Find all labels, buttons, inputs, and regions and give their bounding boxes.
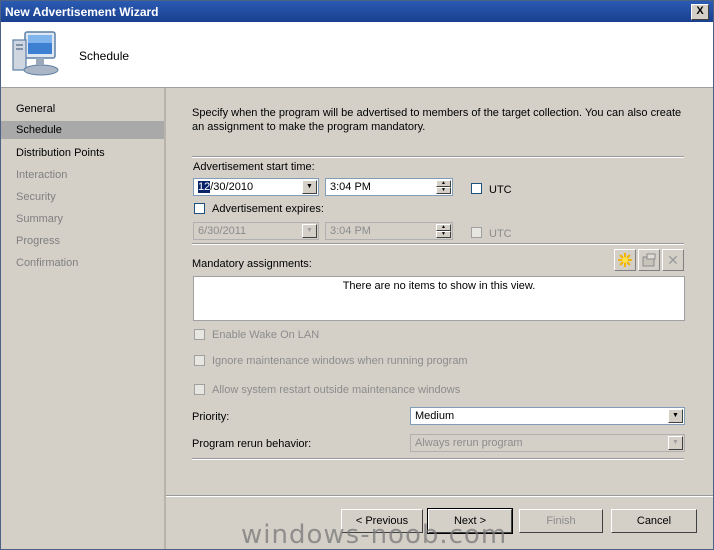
spin-down-icon: ▼ xyxy=(436,231,451,238)
wake-on-lan-label: Enable Wake On LAN xyxy=(212,329,320,341)
close-button[interactable]: X xyxy=(691,4,709,20)
expires-label: Advertisement expires: xyxy=(212,203,324,215)
rerun-value: Always rerun program xyxy=(415,437,523,449)
nav-item-summary: Summary xyxy=(16,213,64,225)
start-date-picker[interactable]: 12/30/2010 ▼ xyxy=(193,178,319,196)
page-description: Specify when the program will be adverti… xyxy=(192,107,682,133)
expire-date-value: 6/30/2011 xyxy=(198,225,247,237)
ignore-maintenance-checkbox xyxy=(194,355,205,366)
start-utc-label: UTC xyxy=(489,184,512,196)
expire-time-value: 3:04 PM xyxy=(330,225,371,237)
wizard-main: Specify when the program will be adverti… xyxy=(166,88,713,549)
chevron-down-icon: ▼ xyxy=(668,436,683,450)
wizard-header: Schedule xyxy=(1,22,713,88)
finish-button: Finish xyxy=(519,509,603,533)
start-time-picker[interactable]: 3:04 PM ▲ ▼ xyxy=(325,178,453,196)
wizard-window: New Advertisement Wizard X Schedule Gene… xyxy=(0,0,714,550)
mandatory-assignments-list[interactable]: There are no items to show in this view. xyxy=(193,276,685,321)
divider xyxy=(192,458,684,460)
start-utc-checkbox[interactable] xyxy=(471,183,482,194)
nav-item-confirmation: Confirmation xyxy=(16,257,79,269)
new-icon[interactable] xyxy=(614,249,636,271)
time-spinner[interactable]: ▲ ▼ xyxy=(436,180,451,194)
priority-value: Medium xyxy=(415,410,455,422)
properties-icon xyxy=(638,249,660,271)
spin-up-icon: ▲ xyxy=(436,224,451,231)
divider xyxy=(192,243,684,245)
empty-list-message: There are no items to show in this view. xyxy=(342,280,536,292)
footer-divider xyxy=(166,495,713,497)
nav-item-distribution-points[interactable]: Distribution Points xyxy=(1,144,164,162)
computer-icon xyxy=(12,31,59,76)
nav-item-schedule[interactable]: Schedule xyxy=(1,121,164,139)
allow-restart-checkbox xyxy=(194,384,205,395)
wizard-nav: General Schedule Distribution Points Int… xyxy=(1,88,166,549)
delete-icon: ✕ xyxy=(662,249,684,271)
nav-item-security: Security xyxy=(16,191,56,203)
title-bar[interactable]: New Advertisement Wizard X xyxy=(1,1,713,22)
expire-utc-label: UTC xyxy=(489,228,512,240)
ignore-maintenance-label: Ignore maintenance windows when running … xyxy=(212,355,468,367)
mandatory-label: Mandatory assignments: xyxy=(192,258,312,270)
window-title: New Advertisement Wizard xyxy=(5,5,159,19)
chevron-down-icon[interactable]: ▼ xyxy=(668,409,683,423)
nav-item-interaction: Interaction xyxy=(16,169,68,181)
watermark: windows-noob.com xyxy=(241,520,508,550)
priority-label: Priority: xyxy=(192,411,230,423)
rerun-select: Always rerun program ▼ xyxy=(410,434,685,452)
page-title: Schedule xyxy=(79,49,130,63)
start-date-value: 12/30/2010 xyxy=(198,181,253,193)
chevron-down-icon: ▼ xyxy=(302,224,317,238)
time-spinner: ▲ ▼ xyxy=(436,224,451,238)
start-date-month: 12 xyxy=(198,181,211,193)
nav-item-progress: Progress xyxy=(16,235,61,247)
wake-on-lan-checkbox xyxy=(194,329,205,340)
rerun-label: Program rerun behavior: xyxy=(192,438,312,450)
chevron-down-icon[interactable]: ▼ xyxy=(302,180,317,194)
divider xyxy=(192,156,684,158)
allow-restart-label: Allow system restart outside maintenance… xyxy=(212,384,461,396)
spin-up-icon[interactable]: ▲ xyxy=(436,180,451,187)
nav-item-general[interactable]: General xyxy=(1,100,164,118)
start-date-rest: /30/2010 xyxy=(210,181,254,193)
expire-date-picker: 6/30/2011 ▼ xyxy=(193,222,319,240)
expires-checkbox[interactable] xyxy=(194,203,205,214)
expire-time-picker: 3:04 PM ▲ ▼ xyxy=(325,222,453,240)
expire-utc-checkbox xyxy=(471,227,482,238)
cancel-button[interactable]: Cancel xyxy=(611,509,697,533)
priority-select[interactable]: Medium ▼ xyxy=(410,407,685,425)
start-time-value: 3:04 PM xyxy=(330,181,371,193)
spin-down-icon[interactable]: ▼ xyxy=(436,187,451,194)
start-time-label: Advertisement start time: xyxy=(193,161,315,173)
